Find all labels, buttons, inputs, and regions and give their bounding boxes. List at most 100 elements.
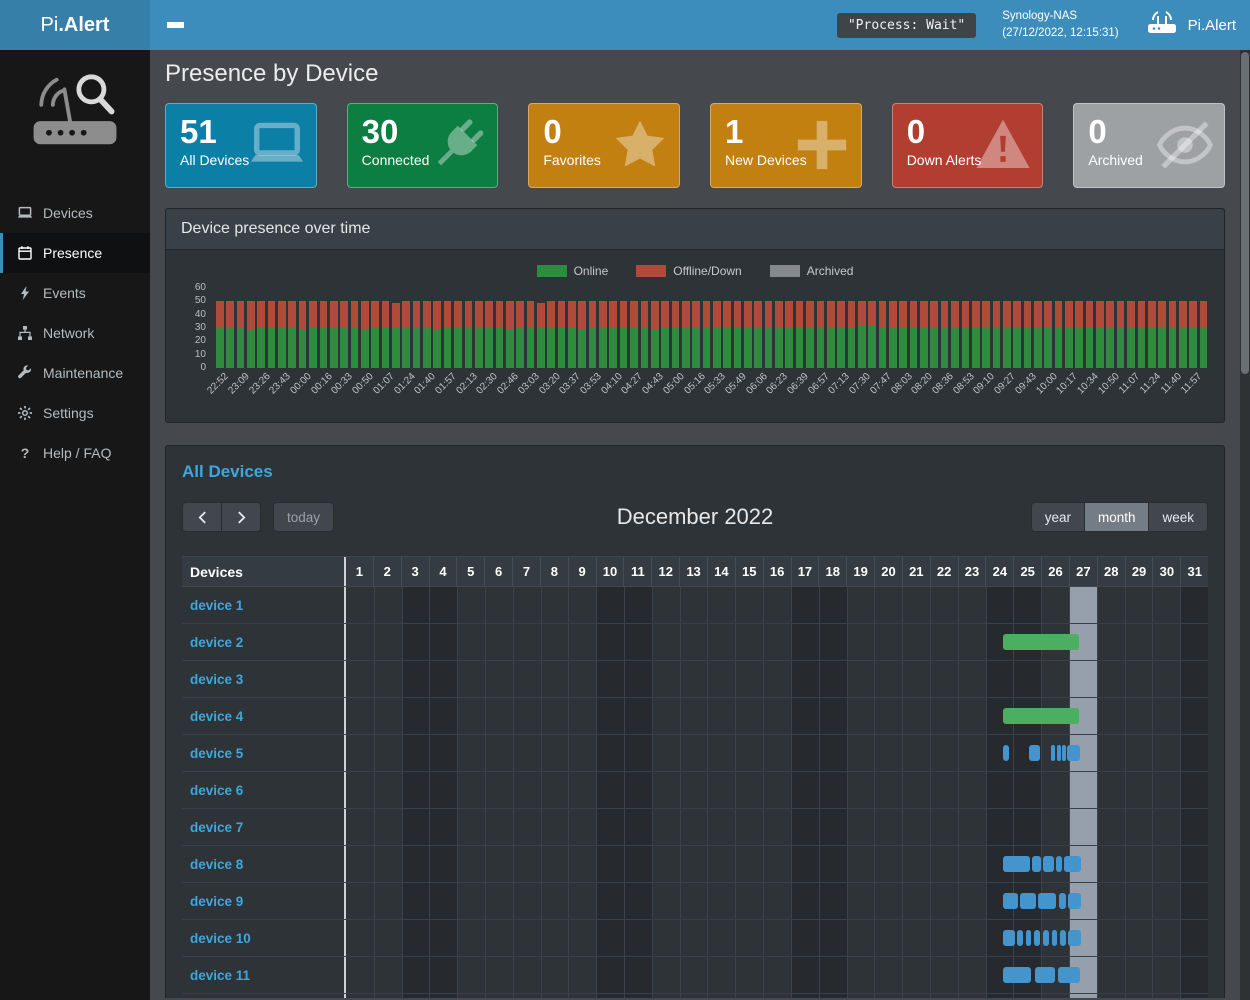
device-link[interactable]: device 6 bbox=[190, 783, 243, 798]
legend-item-offline-down[interactable]: Offline/Down bbox=[636, 264, 741, 278]
presence-event-bar[interactable] bbox=[1035, 967, 1055, 983]
x-tick-label: 08:36 bbox=[930, 371, 955, 396]
device-link[interactable]: device 2 bbox=[190, 635, 243, 650]
day-header-17: 17 bbox=[792, 557, 820, 586]
presence-event-bar[interactable] bbox=[1029, 745, 1040, 761]
presence-event-bar[interactable] bbox=[1068, 930, 1082, 946]
legend-item-online[interactable]: Online bbox=[537, 264, 609, 278]
device-link[interactable]: device 10 bbox=[190, 931, 251, 946]
info-box-connected[interactable]: 30Connected bbox=[347, 103, 499, 188]
device-name-cell: device 5 bbox=[182, 735, 344, 771]
presence-event-bar[interactable] bbox=[1057, 745, 1060, 761]
app-logo[interactable]: Pi.Alert bbox=[0, 0, 150, 50]
chart-bar bbox=[734, 301, 742, 368]
chart-bar bbox=[568, 301, 576, 368]
device-link[interactable]: device 4 bbox=[190, 709, 243, 724]
presence-event-bar[interactable] bbox=[1067, 745, 1080, 761]
presence-event-bar[interactable] bbox=[1064, 856, 1081, 872]
device-timeline-lane bbox=[344, 772, 1208, 808]
presence-event-bar[interactable] bbox=[1003, 856, 1030, 872]
day-header-14: 14 bbox=[708, 557, 736, 586]
device-row: device 10 bbox=[182, 920, 1208, 957]
presence-event-bar[interactable] bbox=[1003, 634, 1079, 650]
sidebar-toggle-button[interactable] bbox=[150, 22, 201, 28]
today-button[interactable]: today bbox=[273, 502, 334, 532]
presence-event-bar[interactable] bbox=[1003, 893, 1018, 909]
sidebar-item-events[interactable]: Events bbox=[0, 273, 150, 313]
info-box-all-devices[interactable]: 51All Devices bbox=[165, 103, 317, 188]
device-timeline-lane bbox=[344, 920, 1208, 956]
device-link[interactable]: device 1 bbox=[190, 598, 243, 613]
x-tick-label: 04:27 bbox=[620, 371, 645, 396]
sidebar-item-presence[interactable]: Presence bbox=[0, 233, 150, 273]
chart-bar bbox=[806, 301, 814, 368]
device-link[interactable]: device 7 bbox=[190, 820, 243, 835]
view-button-week[interactable]: week bbox=[1148, 502, 1208, 532]
x-tick-label: 11:40 bbox=[1159, 371, 1184, 396]
day-header-29: 29 bbox=[1126, 557, 1154, 586]
chart-bar bbox=[910, 301, 918, 368]
presence-event-bar[interactable] bbox=[1020, 893, 1035, 909]
presence-event-bar[interactable] bbox=[1068, 893, 1081, 909]
chart-bar bbox=[1138, 301, 1146, 368]
device-link[interactable]: device 8 bbox=[190, 857, 243, 872]
day-header-1: 1 bbox=[346, 557, 374, 586]
day-header-21: 21 bbox=[903, 557, 931, 586]
day-header-12: 12 bbox=[652, 557, 680, 586]
sidebar-item-network[interactable]: Network bbox=[0, 313, 150, 353]
device-row: device 11 bbox=[182, 957, 1208, 994]
presence-event-bar[interactable] bbox=[1059, 893, 1066, 909]
scrollbar-thumb[interactable] bbox=[1241, 52, 1249, 374]
sidebar-item-help-faq[interactable]: ?Help / FAQ bbox=[0, 433, 150, 473]
x-tick-label: 09:27 bbox=[992, 371, 1017, 396]
presence-event-bar[interactable] bbox=[1034, 930, 1040, 946]
chart-bar bbox=[651, 301, 659, 368]
next-button[interactable] bbox=[221, 502, 261, 532]
presence-event-bar[interactable] bbox=[1003, 967, 1032, 983]
presence-event-bar[interactable] bbox=[1058, 967, 1080, 983]
chart-bar bbox=[351, 301, 359, 368]
device-link[interactable]: device 11 bbox=[190, 968, 250, 983]
chart-bar bbox=[299, 301, 307, 368]
presence-event-bar[interactable] bbox=[1043, 930, 1050, 946]
x-tick-label: 11:24 bbox=[1138, 371, 1163, 396]
chart-bar bbox=[454, 301, 462, 368]
device-link[interactable]: device 9 bbox=[190, 894, 243, 909]
presence-event-bar[interactable] bbox=[1043, 856, 1053, 872]
presence-event-bar[interactable] bbox=[1003, 930, 1015, 946]
chart-bar bbox=[785, 301, 793, 368]
presence-event-bar[interactable] bbox=[1052, 930, 1058, 946]
device-link[interactable]: device 3 bbox=[190, 672, 243, 687]
device-name-cell: device 2 bbox=[182, 624, 344, 660]
info-box-down-alerts[interactable]: 0Down Alerts bbox=[892, 103, 1044, 188]
sidebar-item-maintenance[interactable]: Maintenance bbox=[0, 353, 150, 393]
sidebar-item-devices[interactable]: Devices bbox=[0, 193, 150, 233]
presence-event-bar[interactable] bbox=[1003, 708, 1079, 724]
presence-event-bar[interactable] bbox=[1056, 856, 1062, 872]
view-button-month[interactable]: month bbox=[1084, 502, 1150, 532]
info-box-favorites[interactable]: 0Favorites bbox=[528, 103, 680, 188]
chart-bar bbox=[1158, 301, 1166, 368]
x-tick-label: 00:50 bbox=[351, 371, 376, 396]
day-header-2: 2 bbox=[374, 557, 402, 586]
device-link[interactable]: device 5 bbox=[190, 746, 243, 761]
day-header-3: 3 bbox=[402, 557, 430, 586]
presence-event-bar[interactable] bbox=[1062, 745, 1065, 761]
info-box-new-devices[interactable]: 1New Devices bbox=[710, 103, 862, 188]
chart-bar bbox=[402, 301, 410, 368]
info-box-archived[interactable]: 0Archived bbox=[1073, 103, 1225, 188]
presence-event-bar[interactable] bbox=[1017, 930, 1023, 946]
prev-button[interactable] bbox=[182, 502, 222, 532]
view-button-year[interactable]: year bbox=[1031, 502, 1085, 532]
legend-item-archived[interactable]: Archived bbox=[770, 264, 854, 278]
sidebar-item-settings[interactable]: Settings bbox=[0, 393, 150, 433]
presence-event-bar[interactable] bbox=[1038, 893, 1056, 909]
presence-event-bar[interactable] bbox=[1060, 930, 1066, 946]
chart-bar bbox=[962, 301, 970, 368]
presence-event-bar[interactable] bbox=[1051, 745, 1055, 761]
calendar-rows: device 1 device 2 device 3 device 4 device 5… bbox=[182, 587, 1208, 998]
x-tick-label: 22:52 bbox=[206, 371, 231, 396]
presence-event-bar[interactable] bbox=[1003, 745, 1009, 761]
presence-event-bar[interactable] bbox=[1032, 856, 1041, 872]
presence-event-bar[interactable] bbox=[1026, 930, 1032, 946]
